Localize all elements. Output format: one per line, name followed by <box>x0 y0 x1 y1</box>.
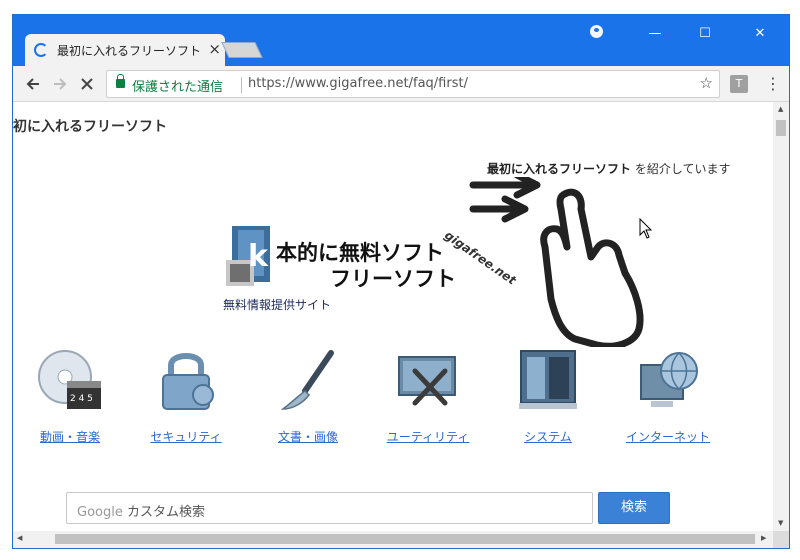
category-label[interactable]: 文書・画像 <box>248 428 368 445</box>
category-label[interactable]: セキュリティ <box>126 428 246 445</box>
category-documents-images[interactable]: 文書・画像 <box>248 347 368 457</box>
svg-text:k: k <box>248 239 269 274</box>
category-system[interactable]: システム <box>488 347 608 457</box>
tab-close-icon[interactable]: × <box>208 40 221 58</box>
extension-icon[interactable]: T <box>730 75 748 93</box>
disc-media-icon: 2 4 5 <box>38 350 101 409</box>
scroll-down-arrow-icon[interactable]: ▼ <box>778 519 783 527</box>
forward-button[interactable] <box>48 72 72 96</box>
brush-icon <box>280 350 334 410</box>
stop-button[interactable] <box>75 72 99 96</box>
scroll-up-arrow-icon[interactable]: ▲ <box>778 105 783 113</box>
minimize-button[interactable]: — <box>633 21 677 47</box>
forward-arrow-icon <box>54 78 67 90</box>
logo-subtitle: 無料情報提供サイト <box>223 298 332 312</box>
search-button[interactable]: 検索 <box>598 492 670 524</box>
title-bar: 最初に入れるフリーソフト × — ☐ ✕ <box>13 15 789 66</box>
browser-tab[interactable]: 最初に入れるフリーソフト × <box>25 34 225 66</box>
horizontal-scrollbar[interactable]: ◀ ▶ <box>13 531 773 548</box>
logo-line1: 本的に無料ソフト <box>276 241 444 265</box>
category-security[interactable]: セキュリティ <box>126 347 246 457</box>
category-internet[interactable]: インターネット <box>608 347 728 457</box>
scroll-left-arrow-icon[interactable]: ◀ <box>17 534 22 542</box>
menu-dots-icon[interactable]: ⋮ <box>765 74 781 94</box>
category-label[interactable]: システム <box>488 428 608 445</box>
horizontal-scroll-thumb[interactable] <box>55 534 755 544</box>
category-utilities[interactable]: ユーティリティ <box>368 347 488 457</box>
search-placeholder: Google カスタム検索 <box>77 501 205 520</box>
address-separator <box>241 77 242 93</box>
category-label[interactable]: ユーティリティ <box>368 428 488 445</box>
tagline-bold: 最初に入れるフリーソフト <box>487 162 632 176</box>
bookmark-star-icon[interactable]: ☆ <box>700 74 713 92</box>
search-placeholder-text: カスタム検索 <box>126 505 205 520</box>
scroll-right-arrow-icon[interactable]: ▶ <box>761 534 766 542</box>
profile-icon[interactable] <box>590 25 603 38</box>
page-title: 初に入れるフリーソフト <box>13 119 167 135</box>
svg-text:2 4 5: 2 4 5 <box>70 394 93 404</box>
secure-label: 保護された通信 <box>132 80 224 95</box>
back-arrow-icon <box>26 78 39 90</box>
google-label: Google <box>77 505 123 520</box>
maximize-button[interactable]: ☐ <box>683 21 727 47</box>
category-label[interactable]: インターネット <box>608 428 728 445</box>
url-text[interactable]: https://www.gigafree.net/faq/first/ <box>248 76 468 91</box>
logo-line2: フリーソフト <box>330 267 456 291</box>
computer-tower-icon <box>519 350 577 409</box>
close-window-button[interactable]: ✕ <box>738 21 782 47</box>
swipe-hand-icon <box>469 177 644 347</box>
page-content: 初に入れるフリーソフト 最初に入れるフリーソフト を紹介しています k 本的に無… <box>13 102 773 531</box>
tools-icon <box>398 356 456 406</box>
lock-icon <box>116 74 125 88</box>
category-label[interactable]: 動画・音楽 <box>13 428 130 445</box>
mouse-cursor-icon <box>639 218 653 239</box>
custom-search-input[interactable]: Google カスタム検索 <box>66 492 593 524</box>
globe-monitor-icon <box>640 352 698 407</box>
address-bar[interactable]: 保護された通信 https://www.gigafree.net/faq/fir… <box>106 70 720 98</box>
padlock-icon <box>162 353 214 410</box>
back-button[interactable] <box>21 72 45 96</box>
tagline-rest: を紹介しています <box>631 162 731 176</box>
tab-title: 最初に入れるフリーソフト <box>57 44 202 58</box>
browser-window: 最初に入れるフリーソフト × — ☐ ✕ 保護された通信 https://www… <box>12 14 790 549</box>
category-video-music[interactable]: 2 4 5 動画・音楽 <box>13 347 130 457</box>
stop-x-icon <box>81 78 93 90</box>
vertical-scrollbar[interactable]: ▲ ▼ <box>773 102 789 531</box>
tagline: 最初に入れるフリーソフト を紹介しています <box>487 160 730 177</box>
scrollbar-corner <box>773 531 789 548</box>
new-tab-button[interactable] <box>221 42 263 58</box>
browser-toolbar: 保護された通信 https://www.gigafree.net/faq/fir… <box>13 66 789 102</box>
vertical-scroll-thumb[interactable] <box>776 120 786 136</box>
loading-spinner-icon <box>34 43 48 57</box>
